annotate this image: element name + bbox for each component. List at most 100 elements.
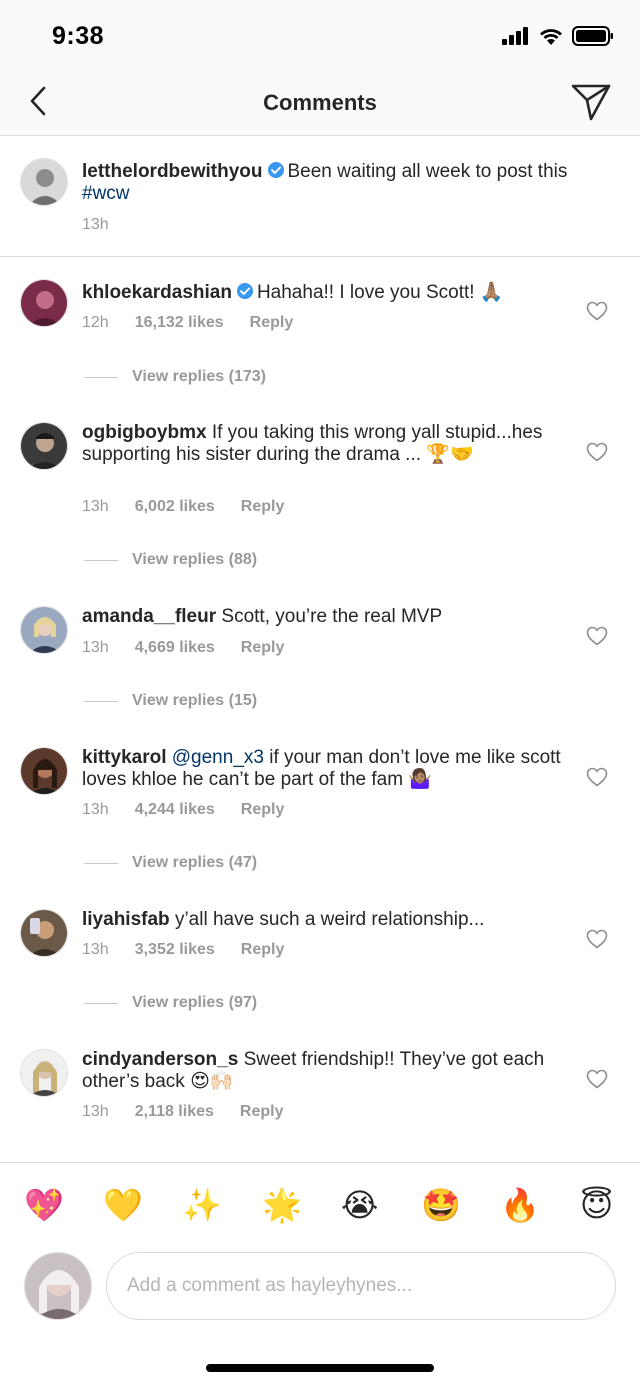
comment-item: liyahisfab y’all have such a weird relat…	[0, 886, 640, 1027]
caption-hashtag[interactable]: #wcw	[82, 183, 130, 204]
avatar-photo	[25, 1253, 91, 1319]
view-replies-label: View replies (88)	[132, 551, 258, 568]
avatar[interactable]	[20, 158, 68, 206]
comment-item: amanda__fleur Scott, you’re the real MVP…	[0, 582, 640, 723]
view-replies-dash	[84, 700, 118, 702]
caption-meta: 13h	[82, 216, 109, 234]
comment-text: cindyanderson_s Sweet friendship!! They’…	[82, 1049, 570, 1093]
emoji-sparkles[interactable]: ✨	[182, 1185, 222, 1225]
avatar-photo	[21, 280, 67, 326]
emoji-star-struck[interactable]: 🤩	[421, 1185, 461, 1225]
verified-badge-icon	[236, 283, 253, 299]
view-replies-button[interactable]: View replies (47)	[84, 854, 257, 872]
comment-likes[interactable]: 4,244 likes	[135, 801, 215, 819]
view-replies-label: View replies (173)	[132, 368, 266, 385]
verified-badge-icon	[267, 162, 284, 178]
reply-button[interactable]: Reply	[250, 314, 294, 332]
emoji-sparkling-heart[interactable]: 💖	[24, 1185, 64, 1225]
emoji-yellow-heart[interactable]: 💛	[103, 1185, 143, 1225]
avatar[interactable]	[20, 279, 68, 327]
battery-icon	[572, 26, 613, 46]
avatar-photo	[21, 423, 67, 469]
avatar-photo	[21, 159, 67, 205]
post-caption: letthelordbewithyou Been waiting all week…	[0, 136, 640, 257]
caption-body: Been waiting all week to post this	[287, 161, 568, 182]
view-replies-button[interactable]: View replies (88)	[84, 551, 257, 569]
like-heart-icon[interactable]	[586, 929, 608, 949]
direct-send-icon[interactable]	[570, 82, 612, 122]
view-replies-dash	[84, 862, 118, 864]
comment-likes[interactable]: 4,669 likes	[135, 639, 215, 657]
comment-username[interactable]: ogbigboybmx	[82, 422, 207, 443]
comment-text: ogbigboybmx If you taking this wrong yal…	[82, 422, 570, 466]
comment-input[interactable]	[106, 1252, 616, 1320]
status-time: 9:38	[52, 22, 105, 50]
avatar[interactable]	[20, 606, 68, 654]
status-bar: 9:38	[0, 0, 640, 70]
like-heart-icon[interactable]	[586, 1069, 608, 1089]
emoji-crying-face[interactable]: 😭	[341, 1185, 378, 1225]
wifi-icon	[540, 28, 562, 45]
comment-time: 13h	[82, 498, 109, 515]
emoji-glowing-star[interactable]: 🌟	[262, 1185, 302, 1225]
status-icons	[502, 26, 614, 46]
avatar[interactable]	[20, 909, 68, 957]
comment-likes[interactable]: 16,132 likes	[135, 314, 224, 332]
comment-time: 13h	[82, 801, 109, 818]
comment-likes[interactable]: 2,118 likes	[135, 1103, 214, 1121]
signal-icon	[502, 27, 528, 45]
view-replies-button[interactable]: View replies (97)	[84, 994, 257, 1012]
comment-username[interactable]: amanda__fleur	[82, 606, 216, 627]
emoji-halo-face[interactable]: 😇	[580, 1185, 613, 1225]
current-user-avatar	[24, 1252, 92, 1320]
like-heart-icon[interactable]	[586, 626, 608, 646]
comment-username[interactable]: kittykarol	[82, 747, 166, 768]
view-replies-button[interactable]: View replies (173)	[84, 368, 266, 386]
emoji-fire[interactable]: 🔥	[500, 1185, 540, 1225]
nav-bar: Comments	[0, 70, 640, 136]
avatar-photo	[21, 910, 67, 956]
caption-time: 13h	[82, 216, 109, 233]
avatar[interactable]	[20, 422, 68, 470]
comment-body: Hahaha!! I love you Scott! 🙏🏽	[256, 282, 504, 303]
comment-meta: 13h 4,244 likes Reply	[82, 801, 284, 819]
avatar[interactable]	[20, 1049, 68, 1097]
avatar-photo	[21, 607, 67, 653]
comment-item: cindyanderson_s Sweet friendship!! They’…	[0, 1027, 640, 1162]
reply-button[interactable]: Reply	[241, 941, 285, 959]
comment-text: amanda__fleur Scott, you’re the real MVP	[82, 606, 570, 628]
page-title: Comments	[263, 90, 377, 115]
avatar-photo	[21, 748, 67, 794]
comment-meta: 13h 2,118 likes Reply	[82, 1103, 283, 1121]
comment-time: 13h	[82, 1103, 109, 1120]
comment-meta: 12h 16,132 likes Reply	[82, 314, 293, 332]
home-indicator	[206, 1364, 434, 1372]
reply-button[interactable]: Reply	[241, 639, 285, 657]
reply-button[interactable]: Reply	[240, 1103, 284, 1121]
view-replies-button[interactable]: View replies (15)	[84, 692, 257, 710]
view-replies-dash	[84, 376, 118, 378]
view-replies-label: View replies (15)	[132, 692, 258, 709]
comment-text: kittykarol @genn_x3 if your man don’t lo…	[82, 747, 570, 791]
view-replies-dash	[84, 1002, 118, 1004]
comment-time: 13h	[82, 941, 109, 958]
comment-username[interactable]: cindyanderson_s	[82, 1049, 238, 1070]
reply-button[interactable]: Reply	[241, 801, 285, 819]
comment-username[interactable]: liyahisfab	[82, 909, 170, 930]
comment-likes[interactable]: 3,352 likes	[135, 941, 215, 959]
view-replies-dash	[84, 559, 118, 561]
like-heart-icon[interactable]	[586, 442, 608, 462]
caption-text: letthelordbewithyou Been waiting all week…	[82, 161, 570, 205]
comment-meta: 13h 3,352 likes Reply	[82, 941, 284, 959]
comment-body: Scott, you’re the real MVP	[221, 606, 443, 627]
comment-username[interactable]: khloekardashian	[82, 282, 232, 303]
reply-button[interactable]: Reply	[241, 498, 285, 516]
comment-likes[interactable]: 6,002 likes	[135, 498, 215, 516]
like-heart-icon[interactable]	[586, 767, 608, 787]
avatar-photo	[21, 1050, 67, 1096]
like-heart-icon[interactable]	[586, 301, 608, 321]
avatar[interactable]	[20, 747, 68, 795]
comment-mention[interactable]: @genn_x3	[172, 747, 264, 768]
caption-username[interactable]: letthelordbewithyou	[82, 161, 263, 182]
comment-item: ogbigboybmx If you taking this wrong yal…	[0, 398, 640, 582]
